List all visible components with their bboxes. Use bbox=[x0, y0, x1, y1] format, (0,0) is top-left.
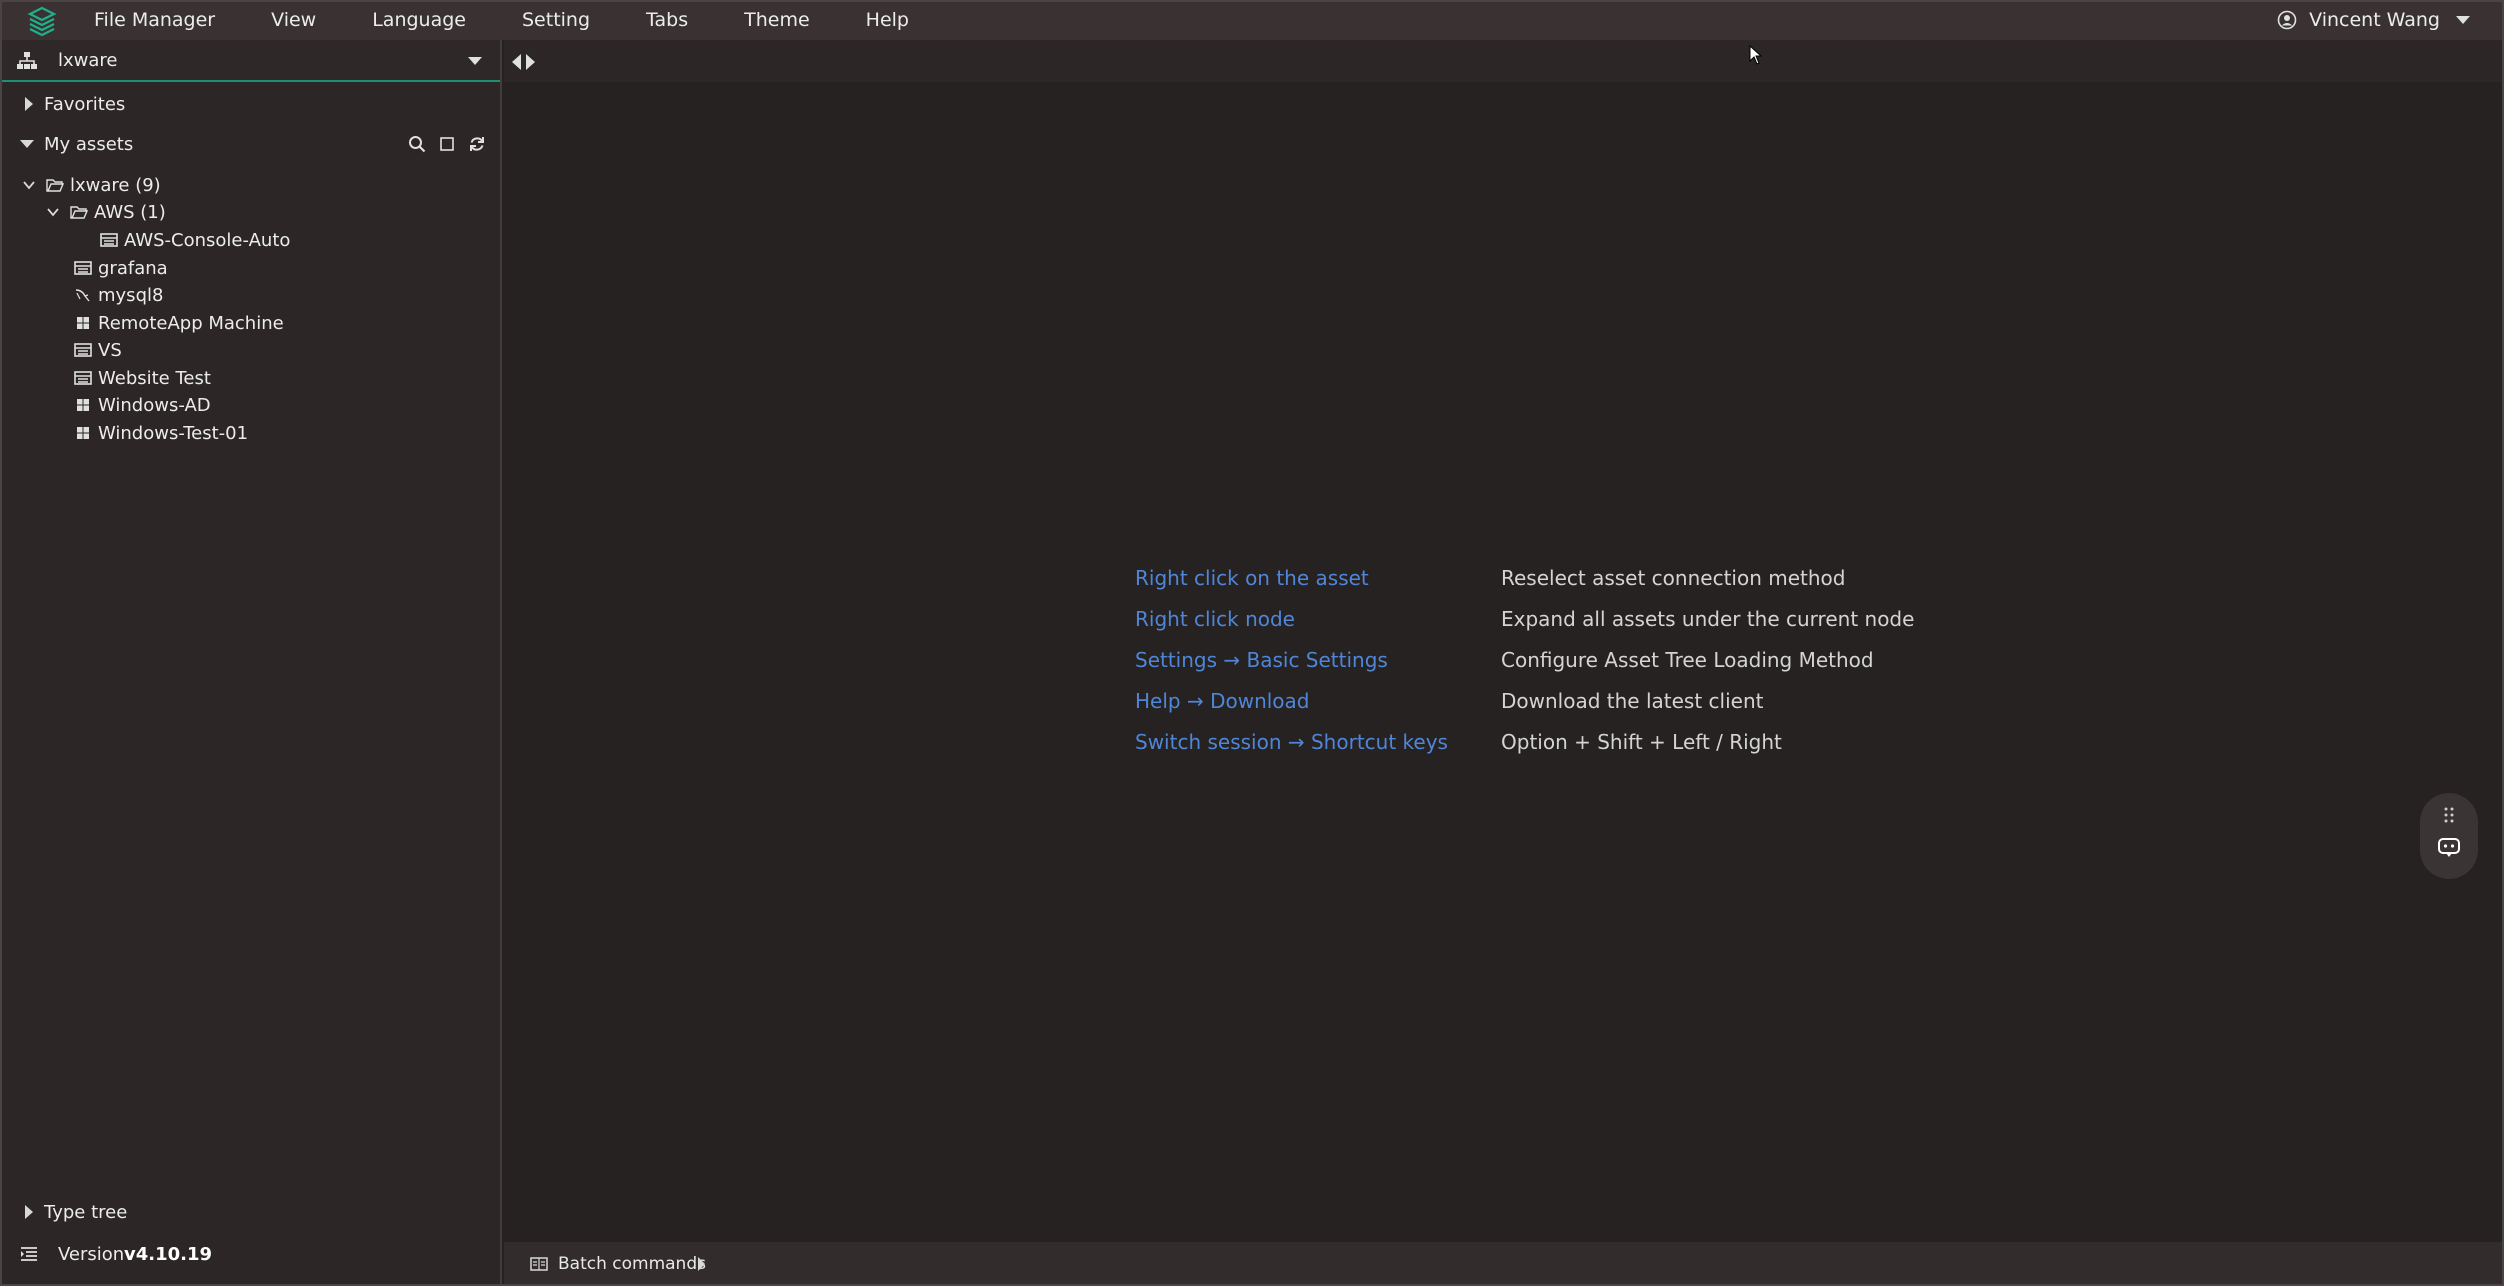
tip-key: Help → Download bbox=[1135, 689, 1310, 713]
menu-theme[interactable]: Theme bbox=[738, 9, 816, 31]
tree-node-label: lxware (9) bbox=[70, 174, 161, 196]
organization-name: lxware bbox=[58, 49, 118, 71]
web-asset-icon bbox=[74, 261, 92, 275]
my-assets-section[interactable]: My assets bbox=[0, 126, 500, 162]
asset-label: grafana bbox=[98, 257, 168, 279]
tip-key: Right click on the asset bbox=[1135, 566, 1369, 590]
web-asset-icon bbox=[74, 371, 92, 385]
tree-node-aws[interactable]: AWS (1) bbox=[46, 199, 166, 225]
asset-label: mysql8 bbox=[98, 284, 164, 306]
asset-label: AWS-Console-Auto bbox=[124, 229, 291, 251]
mouse-cursor-icon bbox=[1749, 45, 1763, 65]
session-tabbar bbox=[504, 40, 2504, 82]
list-toggle-icon[interactable] bbox=[20, 1246, 38, 1262]
asset-label: Website Test bbox=[98, 367, 211, 389]
web-asset-icon bbox=[74, 343, 92, 357]
sidebar: lxware Favorites My assets lxware (9) AW… bbox=[0, 40, 502, 1286]
mysql-icon bbox=[75, 289, 90, 302]
org-tree-icon bbox=[17, 52, 37, 69]
caret-right-icon bbox=[25, 97, 33, 111]
tip-description: Reselect asset connection method bbox=[1501, 566, 1846, 590]
asset-aws-console-auto[interactable]: AWS-Console-Auto bbox=[100, 227, 290, 253]
tree-node-label: AWS (1) bbox=[94, 201, 166, 223]
app-logo-icon[interactable] bbox=[26, 5, 58, 37]
asset-label: Windows-Test-01 bbox=[98, 422, 249, 444]
menu-help[interactable]: Help bbox=[860, 9, 915, 31]
favorites-label: Favorites bbox=[44, 93, 126, 115]
asset-remoteapp-machine[interactable]: RemoteApp Machine bbox=[74, 310, 284, 336]
tip-key: Switch session → Shortcut keys bbox=[1135, 730, 1448, 754]
tab-scroll-left-icon[interactable] bbox=[512, 54, 521, 70]
type-tree-section[interactable]: Type tree bbox=[0, 1194, 500, 1230]
tip-row: Switch session → Shortcut keys Option + … bbox=[1135, 730, 2035, 760]
organization-select[interactable]: lxware bbox=[0, 40, 500, 82]
drag-handle-icon[interactable] bbox=[2439, 805, 2459, 825]
version-label: Version bbox=[58, 1243, 125, 1265]
folder-open-icon bbox=[70, 206, 88, 219]
menu-view[interactable]: View bbox=[265, 9, 322, 31]
floating-assistant-widget[interactable] bbox=[2420, 793, 2478, 879]
tip-key: Right click node bbox=[1135, 607, 1295, 631]
caret-down-icon bbox=[20, 140, 34, 148]
tip-description: Download the latest client bbox=[1501, 689, 1764, 713]
top-menubar: File Manager View Language Setting Tabs … bbox=[0, 0, 2504, 40]
menu-file-manager[interactable]: File Manager bbox=[88, 9, 221, 31]
tree-toolbar bbox=[408, 135, 486, 153]
batch-commands-button[interactable]: Batch commands bbox=[558, 1254, 706, 1274]
asset-label: Windows-AD bbox=[98, 394, 211, 416]
refresh-icon[interactable] bbox=[468, 135, 486, 153]
tip-row: Right click on the asset Reselect asset … bbox=[1135, 566, 2035, 596]
asset-vs[interactable]: VS bbox=[74, 337, 122, 363]
chevron-down-icon[interactable] bbox=[46, 205, 60, 219]
user-name: Vincent Wang bbox=[2309, 9, 2440, 31]
chevron-down-icon bbox=[2456, 16, 2470, 24]
windows-icon bbox=[77, 427, 89, 439]
user-menu[interactable]: Vincent Wang bbox=[2277, 0, 2470, 40]
tip-key: Settings → Basic Settings bbox=[1135, 648, 1388, 672]
chevron-down-icon bbox=[468, 57, 482, 65]
version-number: v4.10.19 bbox=[124, 1243, 213, 1265]
search-icon[interactable] bbox=[408, 135, 426, 153]
bottom-toolbar: Batch commands bbox=[504, 1242, 2504, 1286]
checkbox-icon[interactable] bbox=[438, 135, 456, 153]
asset-grafana[interactable]: grafana bbox=[74, 255, 168, 281]
asset-windows-test-01[interactable]: Windows-Test-01 bbox=[74, 420, 248, 446]
caret-right-icon bbox=[25, 1205, 33, 1219]
web-asset-icon bbox=[100, 233, 118, 247]
menu-setting[interactable]: Setting bbox=[516, 9, 596, 31]
asset-label: VS bbox=[98, 339, 122, 361]
tip-row: Right click node Expand all assets under… bbox=[1135, 607, 2035, 637]
caret-right-icon[interactable] bbox=[698, 1257, 705, 1271]
tree-node-lxware[interactable]: lxware (9) bbox=[22, 172, 161, 198]
chat-bot-icon[interactable] bbox=[2437, 837, 2461, 859]
menu-language[interactable]: Language bbox=[366, 9, 472, 31]
type-tree-label: Type tree bbox=[44, 1201, 128, 1223]
asset-website-test[interactable]: Website Test bbox=[74, 365, 211, 391]
windows-icon bbox=[77, 317, 89, 329]
asset-label: RemoteApp Machine bbox=[98, 312, 284, 334]
tip-description: Option + Shift + Left / Right bbox=[1501, 730, 1782, 754]
version-row: Version v4.10.19 bbox=[0, 1236, 500, 1272]
asset-windows-ad[interactable]: Windows-AD bbox=[74, 392, 211, 418]
asset-mysql8[interactable]: mysql8 bbox=[74, 282, 163, 308]
favorites-section[interactable]: Favorites bbox=[0, 86, 500, 122]
menu-tabs[interactable]: Tabs bbox=[640, 9, 694, 31]
my-assets-label: My assets bbox=[44, 133, 134, 155]
user-avatar-icon bbox=[2277, 10, 2297, 30]
chevron-down-icon[interactable] bbox=[22, 178, 36, 192]
tip-description: Expand all assets under the current node bbox=[1501, 607, 1915, 631]
tip-row: Settings → Basic Settings Configure Asse… bbox=[1135, 648, 2035, 678]
tip-description: Configure Asset Tree Loading Method bbox=[1501, 648, 1874, 672]
windows-icon bbox=[77, 399, 89, 411]
folder-open-icon bbox=[46, 179, 64, 192]
batch-commands-icon bbox=[530, 1257, 548, 1271]
tab-scroll-right-icon[interactable] bbox=[526, 54, 535, 70]
tip-row: Help → Download Download the latest clie… bbox=[1135, 689, 2035, 719]
